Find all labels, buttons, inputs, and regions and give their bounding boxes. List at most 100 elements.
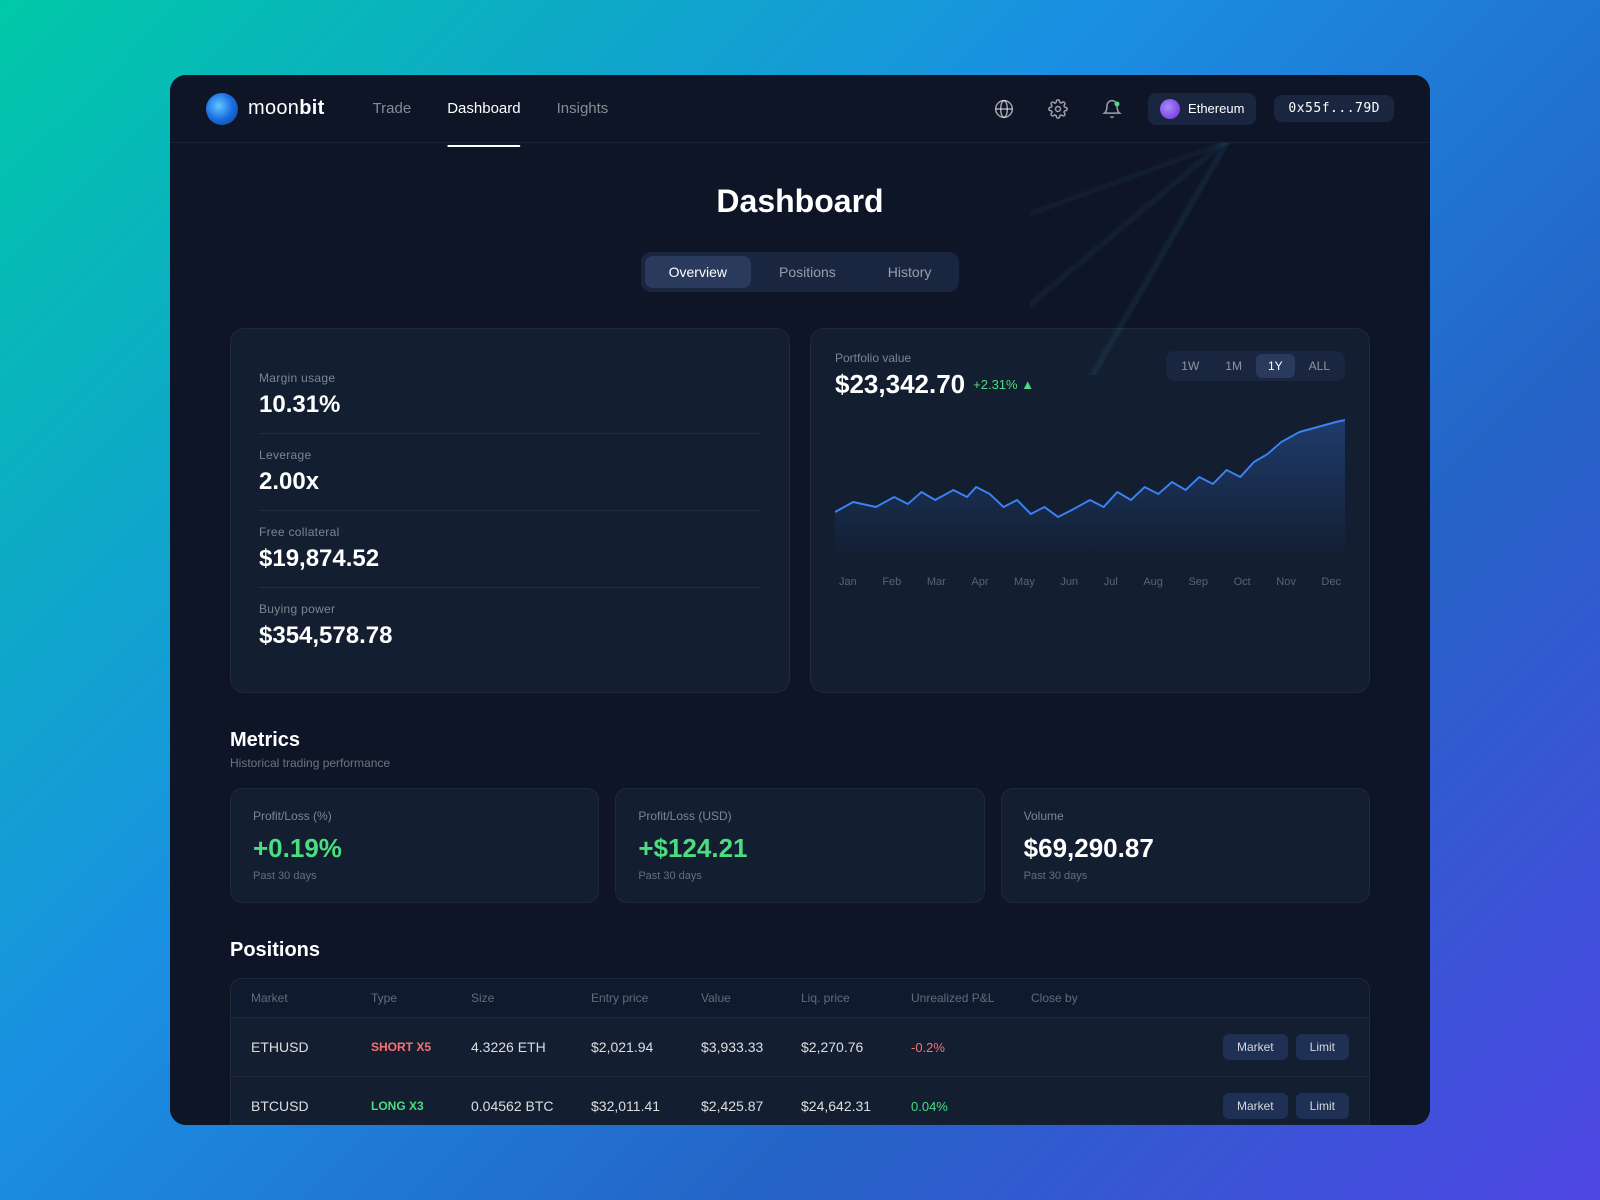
value-btcusd: $2,425.87	[701, 1098, 801, 1114]
month-aug: Aug	[1143, 576, 1163, 588]
time-btn-all[interactable]: ALL	[1297, 354, 1342, 378]
nav-insights[interactable]: Insights	[557, 96, 609, 121]
col-market: Market	[251, 991, 371, 1005]
margin-usage-value: 10.31%	[259, 391, 761, 419]
free-collateral-label: Free collateral	[259, 525, 761, 539]
portfolio-row: Margin usage 10.31% Leverage 2.00x Free …	[230, 328, 1370, 693]
volume-label: Volume	[1024, 809, 1347, 823]
margin-usage-item: Margin usage 10.31%	[259, 357, 761, 434]
main-content: Dashboard Overview Positions History Mar…	[170, 143, 1430, 1125]
month-jan: Jan	[839, 576, 857, 588]
pnl-btcusd: 0.04%	[911, 1099, 1031, 1114]
month-feb: Feb	[882, 576, 901, 588]
table-row: ETHUSD SHORT X5 4.3226 ETH $2,021.94 $3,…	[231, 1017, 1369, 1076]
settings-icon[interactable]	[1040, 91, 1076, 127]
nav-trade[interactable]: Trade	[373, 96, 412, 121]
portfolio-info: Portfolio value $23,342.70 +2.31% ▲	[835, 351, 1034, 400]
pnl-usd-label: Profit/Loss (USD)	[638, 809, 961, 823]
type-btcusd: LONG X3	[371, 1099, 471, 1113]
table-header: Market Type Size Entry price Value Liq. …	[231, 979, 1369, 1017]
month-dec: Dec	[1321, 576, 1341, 588]
month-mar: Mar	[927, 576, 946, 588]
col-type: Type	[371, 991, 471, 1005]
nav-actions: Ethereum 0x55f...79D	[986, 91, 1394, 127]
tabs: Overview Positions History	[641, 252, 960, 292]
chart-months: Jan Feb Mar Apr May Jun Jul Aug Sep Oct …	[835, 576, 1345, 588]
metrics-grid: Profit/Loss (%) +0.19% Past 30 days Prof…	[230, 788, 1370, 903]
volume-value: $69,290.87	[1024, 833, 1347, 864]
portfolio-value: $23,342.70 +2.31% ▲	[835, 369, 1034, 400]
logo: moonbit	[206, 93, 325, 125]
month-oct: Oct	[1234, 576, 1251, 588]
size-ethusd: 4.3226 ETH	[471, 1039, 591, 1055]
value-ethusd: $3,933.33	[701, 1039, 801, 1055]
tab-positions[interactable]: Positions	[755, 256, 860, 288]
pnl-usd-value: +$124.21	[638, 833, 961, 864]
free-collateral-value: $19,874.52	[259, 545, 761, 573]
chart-header: Portfolio value $23,342.70 +2.31% ▲ 1W 1…	[835, 351, 1345, 400]
leverage-item: Leverage 2.00x	[259, 434, 761, 511]
size-btcusd: 0.04562 BTC	[471, 1098, 591, 1114]
liq-btcusd: $24,642.31	[801, 1098, 911, 1114]
portfolio-chart	[835, 412, 1345, 572]
time-buttons: 1W 1M 1Y ALL	[1166, 351, 1345, 381]
time-btn-1m[interactable]: 1M	[1213, 354, 1254, 378]
page-title: Dashboard	[230, 183, 1370, 220]
metrics-subtitle: Historical trading performance	[230, 756, 1370, 770]
pnl-percent-value: +0.19%	[253, 833, 576, 864]
leverage-label: Leverage	[259, 448, 761, 462]
liq-ethusd: $2,270.76	[801, 1039, 911, 1055]
metrics-section: Metrics Historical trading performance P…	[230, 729, 1370, 903]
close-buttons-btcusd: Market Limit	[1031, 1093, 1349, 1119]
close-buttons-ethusd: Market Limit	[1031, 1034, 1349, 1060]
logo-text: moonbit	[248, 97, 325, 120]
app-window: moonbit Trade Dashboard Insights	[170, 75, 1430, 1125]
account-metrics-card: Margin usage 10.31% Leverage 2.00x Free …	[230, 328, 790, 693]
network-selector[interactable]: Ethereum	[1148, 93, 1256, 125]
entry-ethusd: $2,021.94	[591, 1039, 701, 1055]
time-btn-1w[interactable]: 1W	[1169, 354, 1211, 378]
col-size: Size	[471, 991, 591, 1005]
volume-period: Past 30 days	[1024, 870, 1347, 882]
globe-icon[interactable]	[986, 91, 1022, 127]
portfolio-change: +2.31% ▲	[973, 377, 1034, 392]
market-ethusd: ETHUSD	[251, 1039, 371, 1055]
month-jun: Jun	[1060, 576, 1078, 588]
tab-overview[interactable]: Overview	[645, 256, 751, 288]
nav-dashboard[interactable]: Dashboard	[447, 96, 520, 121]
col-liq: Liq. price	[801, 991, 911, 1005]
pnl-percent-label: Profit/Loss (%)	[253, 809, 576, 823]
market-close-ethusd[interactable]: Market	[1223, 1034, 1288, 1060]
month-nov: Nov	[1276, 576, 1296, 588]
buying-power-value: $354,578.78	[259, 622, 761, 650]
wallet-address[interactable]: 0x55f...79D	[1274, 95, 1394, 122]
pnl-percent-card: Profit/Loss (%) +0.19% Past 30 days	[230, 788, 599, 903]
metrics-title: Metrics	[230, 729, 1370, 752]
navbar: moonbit Trade Dashboard Insights	[170, 75, 1430, 143]
buying-power-label: Buying power	[259, 602, 761, 616]
tab-history[interactable]: History	[864, 256, 956, 288]
month-may: May	[1014, 576, 1035, 588]
col-pnl: Unrealized P&L	[911, 991, 1031, 1005]
pnl-percent-period: Past 30 days	[253, 870, 576, 882]
leverage-value: 2.00x	[259, 468, 761, 496]
col-close: Close by	[1031, 991, 1349, 1005]
positions-section: Positions Market Type Size Entry price V…	[230, 939, 1370, 1125]
limit-close-ethusd[interactable]: Limit	[1296, 1034, 1349, 1060]
bell-icon[interactable]	[1094, 91, 1130, 127]
positions-table: Market Type Size Entry price Value Liq. …	[230, 978, 1370, 1125]
chart-svg	[835, 412, 1345, 552]
limit-close-btcusd[interactable]: Limit	[1296, 1093, 1349, 1119]
network-icon	[1160, 99, 1180, 119]
col-entry: Entry price	[591, 991, 701, 1005]
portfolio-value-label: Portfolio value	[835, 351, 1034, 365]
market-close-btcusd[interactable]: Market	[1223, 1093, 1288, 1119]
free-collateral-item: Free collateral $19,874.52	[259, 511, 761, 588]
margin-usage-label: Margin usage	[259, 371, 761, 385]
buying-power-item: Buying power $354,578.78	[259, 588, 761, 664]
month-apr: Apr	[971, 576, 988, 588]
volume-card: Volume $69,290.87 Past 30 days	[1001, 788, 1370, 903]
market-btcusd: BTCUSD	[251, 1098, 371, 1114]
time-btn-1y[interactable]: 1Y	[1256, 354, 1295, 378]
pnl-usd-card: Profit/Loss (USD) +$124.21 Past 30 days	[615, 788, 984, 903]
